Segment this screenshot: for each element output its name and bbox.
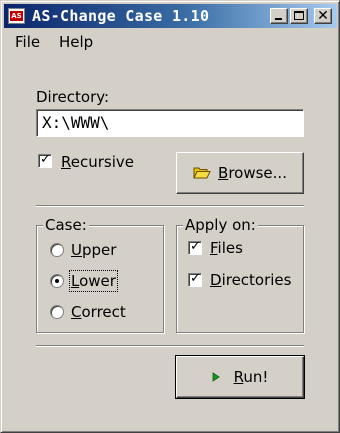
directories-label[interactable]: Directories	[210, 271, 291, 289]
checkmark-icon: ✓	[190, 239, 201, 254]
maximize-icon	[294, 11, 304, 20]
app-icon-text: AS	[10, 11, 23, 21]
files-label[interactable]: Files	[210, 239, 243, 257]
recursive-label[interactable]: Recursive	[61, 153, 134, 171]
radio-lower[interactable]	[50, 274, 64, 288]
menu-bar: File Help	[4, 31, 337, 53]
radio-selected-dot	[55, 279, 59, 283]
play-icon	[212, 372, 220, 382]
title-bar[interactable]: AS AS-Change Case 1.10 ✕	[4, 4, 337, 28]
run-button[interactable]: Run!	[175, 355, 305, 399]
radio-correct-label[interactable]: Correct	[71, 303, 126, 321]
radio-correct[interactable]	[50, 305, 64, 319]
recursive-checkbox[interactable]: ✓	[38, 152, 52, 168]
checkmark-icon: ✓	[190, 271, 201, 286]
directory-input[interactable]: X:\WWW\	[36, 109, 304, 137]
menu-file[interactable]: File	[12, 33, 43, 51]
directories-checkbox[interactable]: ✓	[188, 271, 202, 287]
minimize-icon	[275, 18, 282, 20]
radio-upper[interactable]	[50, 243, 64, 257]
separator-bottom	[36, 345, 304, 347]
menu-help[interactable]: Help	[56, 33, 96, 51]
close-button[interactable]: ✕	[314, 8, 332, 24]
checkmark-icon: ✓	[40, 152, 51, 167]
browse-label: Browse...	[218, 164, 287, 182]
case-group-title: Case:	[43, 216, 89, 234]
separator-top	[36, 205, 304, 207]
directory-label: Directory:	[36, 88, 110, 106]
close-icon: ✕	[317, 8, 329, 24]
browse-button[interactable]: Browse...	[176, 152, 304, 194]
app-icon[interactable]: AS	[8, 8, 25, 24]
recursive-label-rest: ecursive	[70, 153, 134, 171]
maximize-button[interactable]	[290, 8, 308, 24]
radio-upper-label[interactable]: Upper	[71, 241, 116, 259]
files-checkbox[interactable]: ✓	[188, 239, 202, 255]
minimize-button[interactable]	[270, 8, 288, 24]
apply-group-title: Apply on:	[183, 216, 258, 234]
folder-open-icon	[193, 167, 211, 179]
run-label: Run!	[233, 368, 269, 386]
recursive-mnemonic: R	[61, 153, 71, 171]
radio-lower-label[interactable]: Lower	[69, 270, 118, 292]
app-window: AS AS-Change Case 1.10 ✕ File Help Direc…	[0, 0, 340, 433]
window-title: AS-Change Case 1.10	[32, 7, 210, 25]
